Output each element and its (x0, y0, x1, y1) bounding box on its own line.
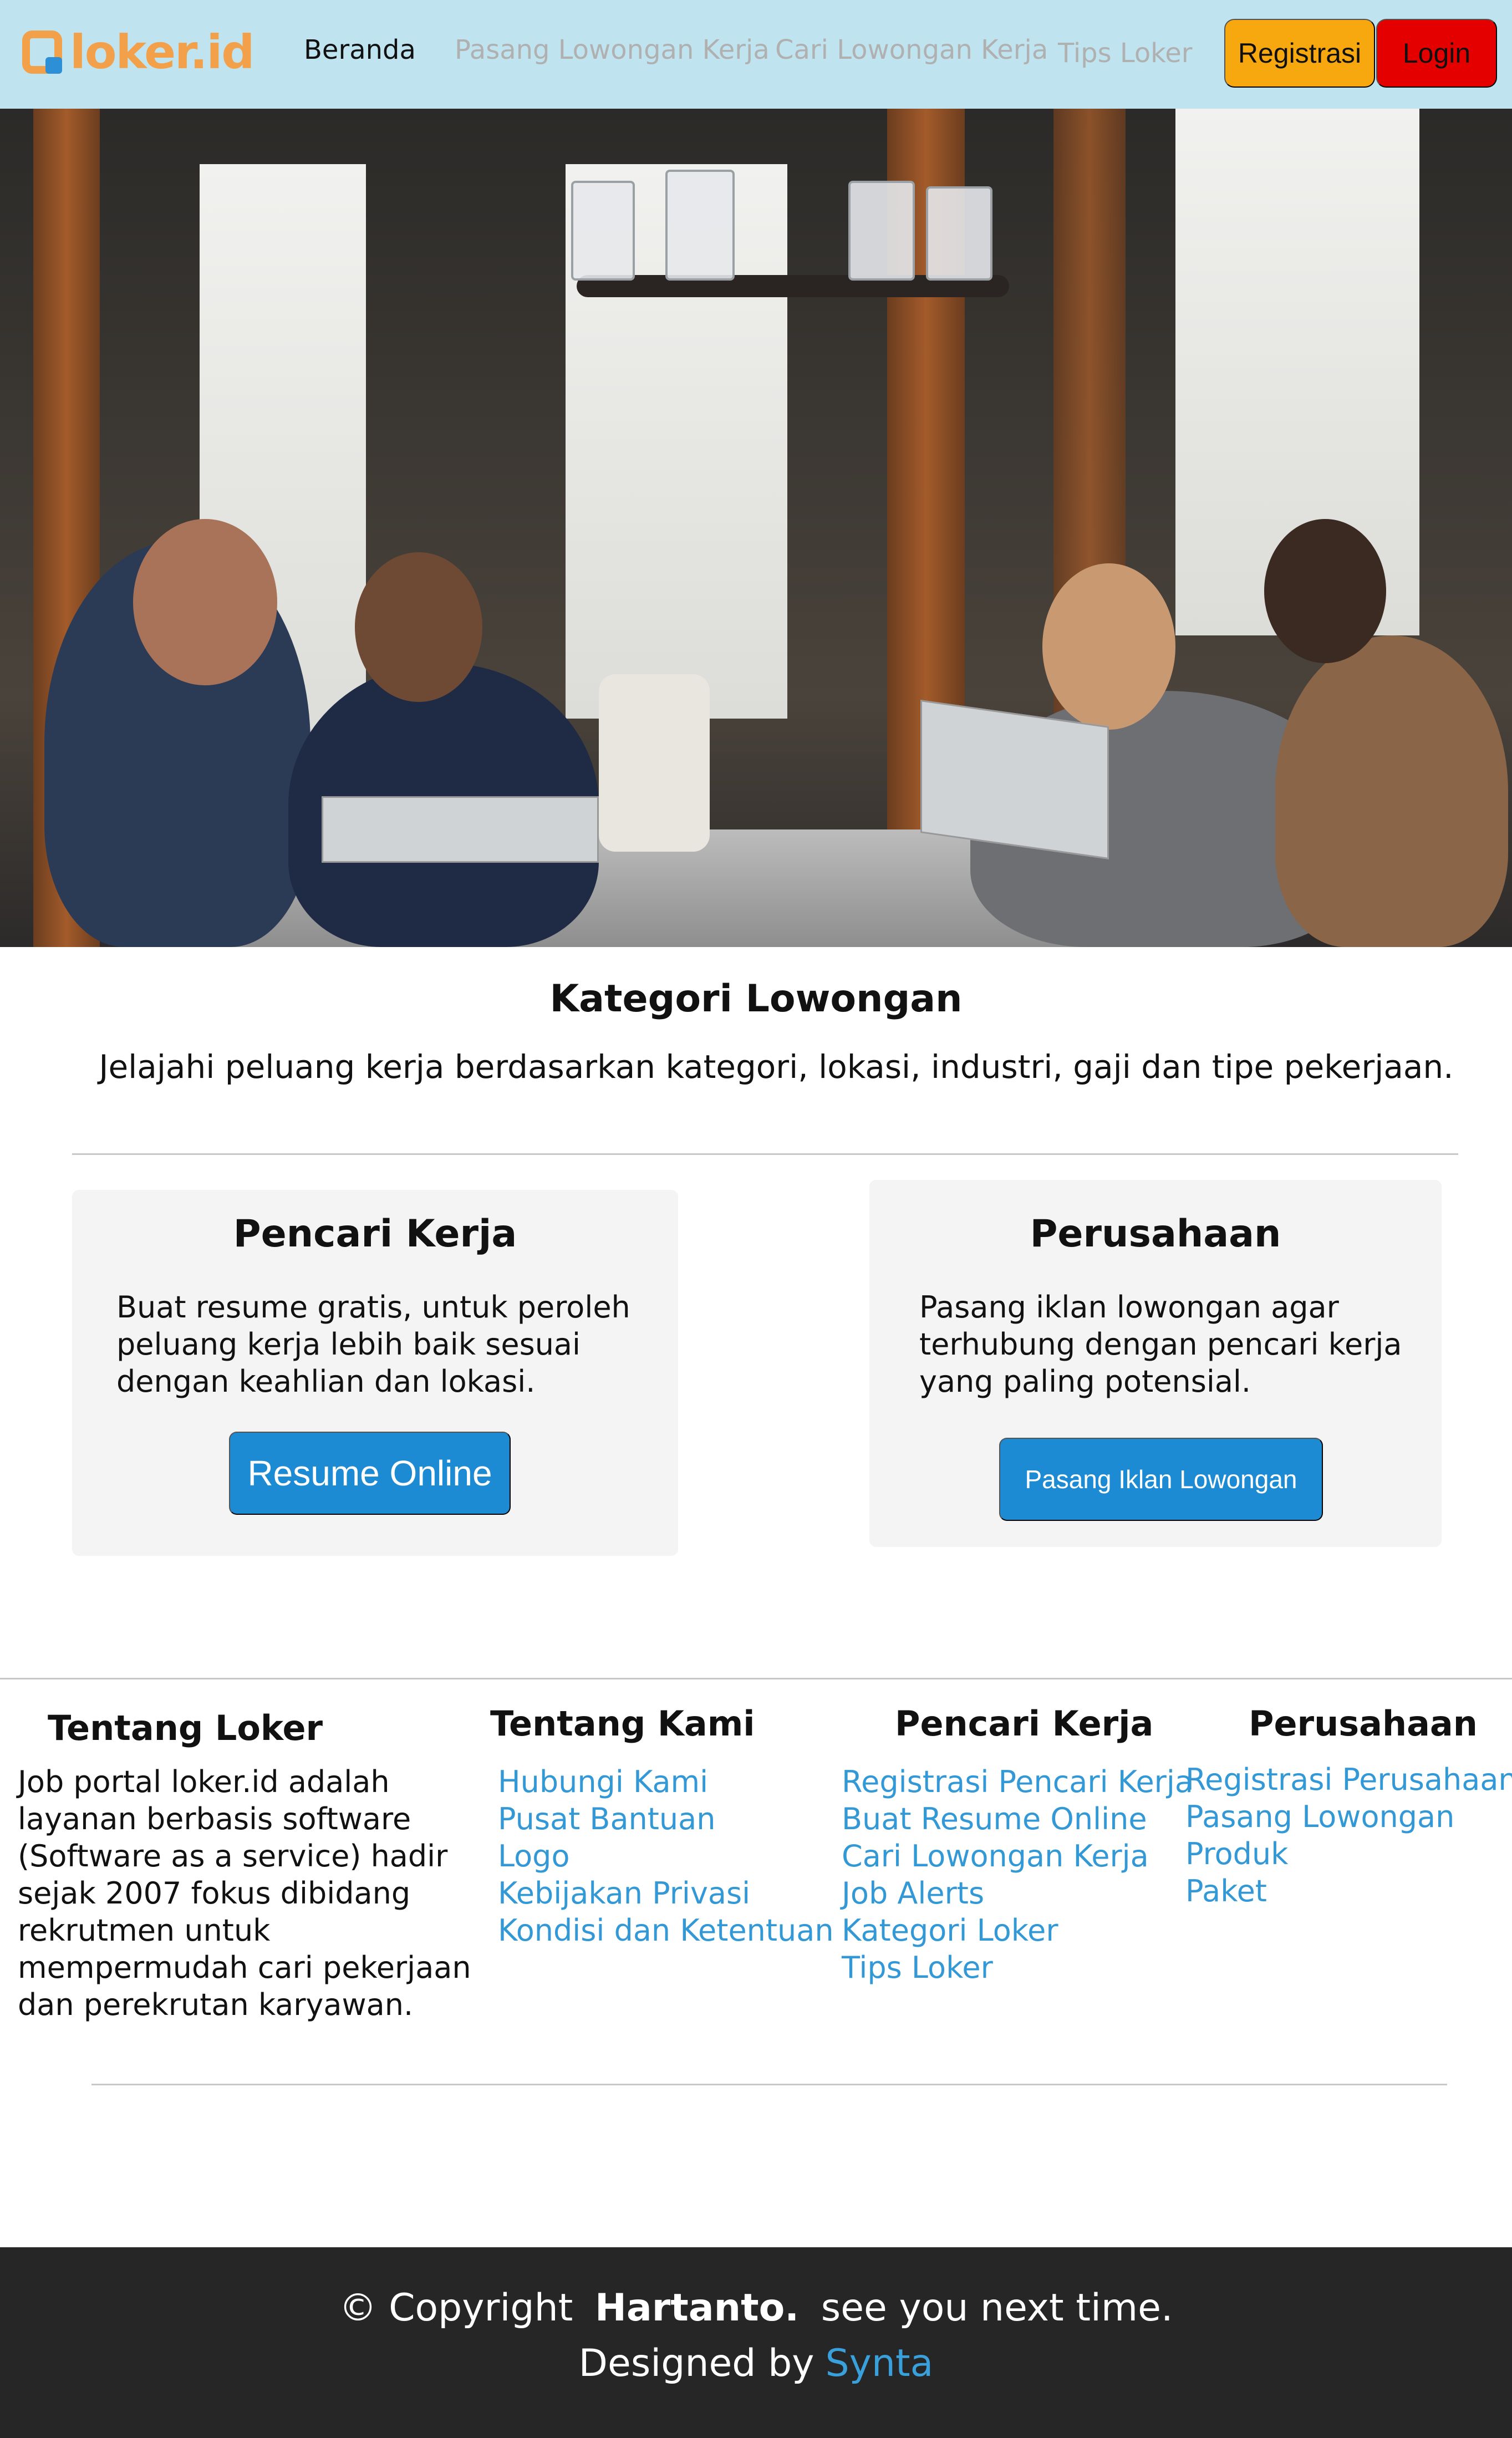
footer-company-title: Perusahaan (1249, 1703, 1478, 1744)
company-card-title: Perusahaan (1030, 1212, 1281, 1256)
brand-name: Hartanto. (594, 2286, 800, 2330)
designer-line: Designed by Synta (0, 2342, 1512, 2385)
company-card: Perusahaan Pasang iklan lowongan agar te… (869, 1180, 1442, 1547)
nav-link-pasang-lowongan[interactable]: Pasang Lowongan Kerja (455, 34, 770, 65)
job-seeker-card: Pencari Kerja Buat resume gratis, untuk … (72, 1190, 678, 1556)
register-button[interactable]: Registrasi (1224, 19, 1375, 88)
logo-text: loker.id (70, 25, 254, 79)
divider (91, 2084, 1447, 2085)
footer-link-products[interactable]: Produk (1185, 1835, 1512, 1872)
footer-company-links: Registrasi Perusahaan Pasang Lowongan Pr… (1185, 1761, 1512, 1910)
hero-image (0, 109, 1512, 947)
footer-link-logo[interactable]: Logo (498, 1838, 834, 1875)
footer-link-packages[interactable]: Paket (1185, 1872, 1512, 1910)
divider (72, 1153, 1458, 1155)
resume-online-button[interactable]: Resume Online (229, 1432, 511, 1515)
designer-link[interactable]: Synta (825, 2342, 933, 2385)
divider (0, 1678, 1512, 1679)
footer-job-seeker-links: Registrasi Pencari Kerja Buat Resume Onl… (842, 1763, 1193, 1986)
footer-link-post-job[interactable]: Pasang Lowongan (1185, 1798, 1512, 1835)
footer-link-find-jobs[interactable]: Cari Lowongan Kerja (842, 1838, 1193, 1875)
footer-job-seeker-title: Pencari Kerja (895, 1703, 1154, 1744)
footer-link-job-tips[interactable]: Tips Loker (842, 1949, 1193, 1986)
company-card-text: Pasang iklan lowongan agar terhubung den… (919, 1290, 1402, 1399)
copyright-label: Copyright (389, 2286, 573, 2330)
navbar: loker.id Beranda Pasang Lowongan Kerja C… (0, 0, 1512, 109)
designed-by-label: Designed by (578, 2342, 814, 2385)
footer-about-us-links: Hubungi Kami Pusat Bantuan Logo Kebijaka… (498, 1763, 834, 1949)
footer-link-register-seeker[interactable]: Registrasi Pencari Kerja (842, 1763, 1193, 1800)
nav-link-tips-loker[interactable]: Tips Loker (1058, 38, 1193, 69)
logo[interactable]: loker.id (22, 24, 254, 80)
nav-link-cari-lowongan[interactable]: Cari Lowongan Kerja (775, 34, 1048, 65)
job-seeker-card-text: Buat resume gratis, untuk peroleh peluan… (116, 1290, 630, 1399)
footer-about-us-title: Tentang Kami (490, 1703, 755, 1744)
footer-link-contact[interactable]: Hubungi Kami (498, 1763, 834, 1800)
bottom-bar: © Copyright Hartanto. see you next time.… (0, 2247, 1512, 2438)
nav-link-beranda[interactable]: Beranda (304, 34, 416, 65)
footer-about-text: Job portal loker.id adalah layanan berba… (18, 1764, 471, 2022)
footer-about-title: Tentang Loker (48, 1708, 323, 1748)
footer-link-help-center[interactable]: Pusat Bantuan (498, 1800, 834, 1838)
job-seeker-card-title: Pencari Kerja (233, 1212, 517, 1256)
footer-link-job-categories[interactable]: Kategori Loker (842, 1912, 1193, 1949)
copyright-line: © Copyright Hartanto. see you next time. (0, 2286, 1512, 2330)
login-button[interactable]: Login (1376, 19, 1497, 88)
footer-link-job-alerts[interactable]: Job Alerts (842, 1875, 1193, 1912)
footer-link-register-company[interactable]: Registrasi Perusahaan (1185, 1761, 1512, 1798)
footer-link-privacy[interactable]: Kebijakan Privasi (498, 1875, 834, 1912)
category-title: Kategori Lowongan (549, 977, 963, 1021)
category-subtitle: Jelajahi peluang kerja berdasarkan kateg… (99, 1048, 1454, 1086)
post-job-ad-button[interactable]: Pasang Iklan Lowongan (999, 1438, 1323, 1521)
logo-icon (22, 30, 62, 74)
footer-link-terms[interactable]: Kondisi dan Ketentuan (498, 1912, 834, 1949)
footer-link-create-resume[interactable]: Buat Resume Online (842, 1800, 1193, 1838)
copyright-icon: © (339, 2286, 377, 2330)
tagline: see you next time. (821, 2286, 1173, 2330)
